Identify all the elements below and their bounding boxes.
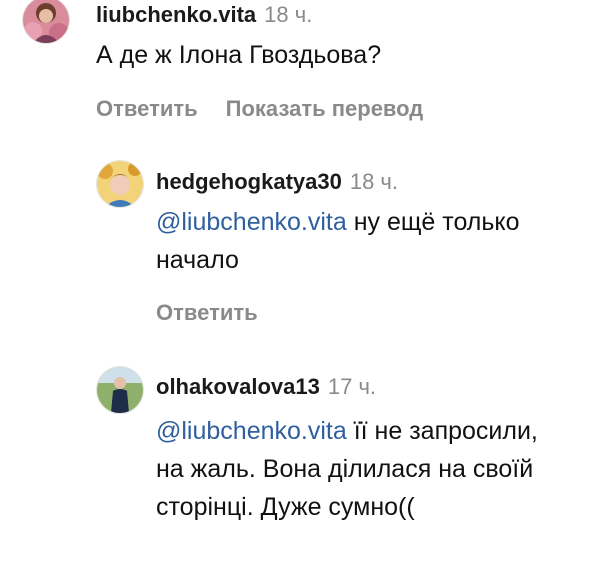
show-translation-button[interactable]: Показать перевод [226,96,424,121]
mention-link[interactable]: @liubchenko.vita [156,208,347,236]
reply-button[interactable]: Ответить [156,300,258,325]
comment-text-body: А де ж Ілона Гвоздьова? [96,41,382,69]
avatar[interactable] [96,366,144,414]
avatar-image [97,161,143,207]
comment-header: hedgehogkatya30 18 ч. [156,169,398,195]
comment-text: @liubchenko.vita ну ещё только начало [156,203,536,279]
avatar-image [23,0,69,43]
avatar-image [97,367,143,413]
avatar[interactable] [22,0,70,44]
comment-header: liubchenko.vita 18 ч. [96,2,312,28]
avatar[interactable] [96,160,144,208]
comment-actions: Ответить [156,300,286,326]
reply-button[interactable]: Ответить [96,96,198,121]
timestamp: 18 ч. [349,169,399,194]
username[interactable]: olhakovalova13 [156,374,320,399]
comment-text: @liubchenko.vita її не запросили, на жал… [156,412,566,526]
timestamp: 17 ч. [327,374,377,399]
comment-text: А де ж Ілона Гвоздьова? [96,36,576,74]
timestamp: 18 ч. [264,2,313,27]
mention-link[interactable]: @liubchenko.vita [156,417,347,445]
username[interactable]: liubchenko.vita [96,2,256,27]
comment-header: olhakovalova13 17 ч. [156,374,376,400]
username[interactable]: hedgehogkatya30 [156,169,342,194]
comment-actions: Ответить Показать перевод [96,96,451,122]
